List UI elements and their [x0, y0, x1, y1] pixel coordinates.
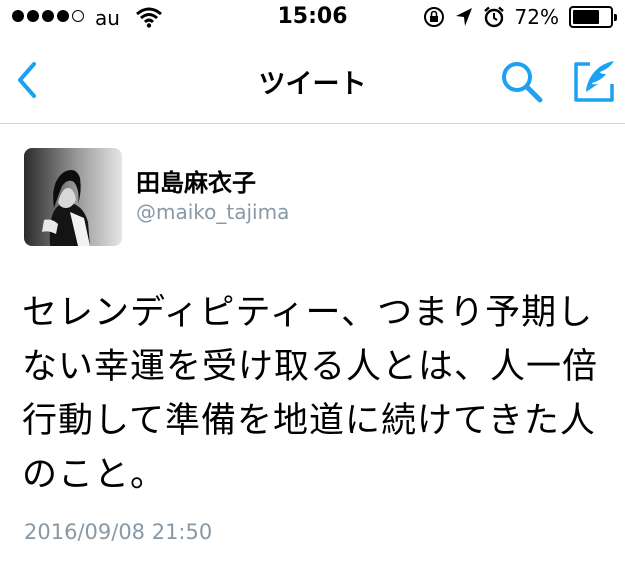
tweet-timestamp: 2016/09/08 21:50 [24, 520, 213, 544]
author-name[interactable]: 田島麻衣子 [136, 163, 256, 198]
search-icon [502, 62, 543, 103]
navigation-bar: ツイート [0, 36, 625, 124]
author-handle[interactable]: @maiko_tajima [136, 200, 289, 224]
battery-icon [569, 6, 617, 28]
location-arrow-icon [455, 8, 472, 26]
search-button[interactable] [498, 58, 546, 104]
orientation-lock-icon [423, 7, 444, 27]
alarm-icon [483, 6, 504, 28]
compose-button[interactable] [572, 58, 618, 104]
battery-percent: 72% [514, 5, 559, 29]
tweet-text: セレンディピティー、つまり予期しない幸運を受け取る人とは、人一倍行動して準備を地… [22, 293, 599, 495]
status-bar: au 15:06 72% [0, 0, 625, 36]
compose-icon [574, 61, 614, 102]
avatar[interactable] [24, 148, 122, 246]
